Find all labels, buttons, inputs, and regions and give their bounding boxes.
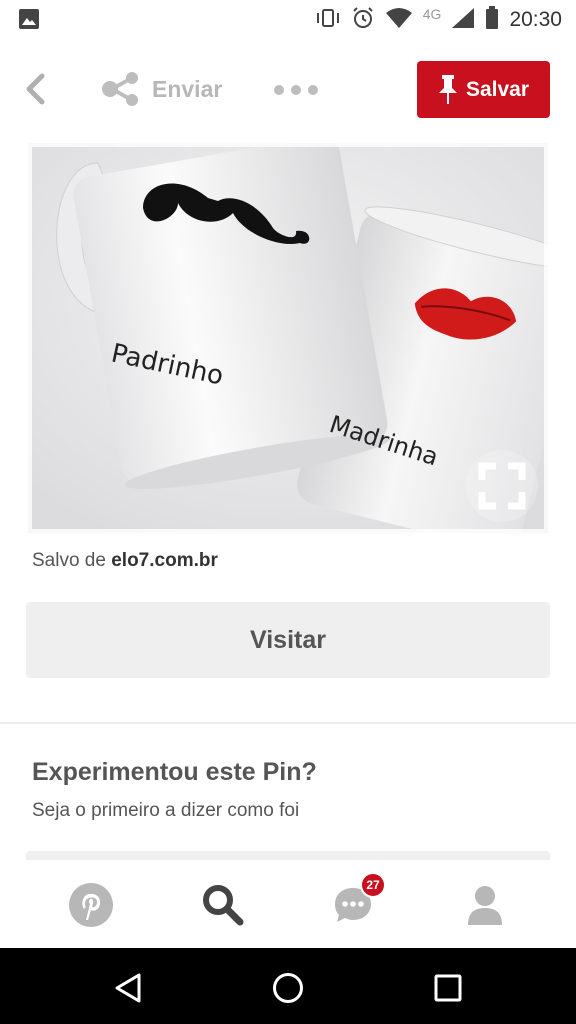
nav-search[interactable] [198,880,248,930]
pin-icon [438,74,457,104]
save-label: Salvar [465,77,530,101]
search-icon [203,885,244,926]
back-triangle-icon [115,973,141,1003]
pin-source: Salvo de elo7.com.br [32,550,218,572]
chevron-left-icon [26,73,45,105]
wifi-icon [385,7,413,34]
pin-toolbar: Enviar Salvar [0,55,576,125]
vibrate-icon [315,8,341,33]
section-divider [0,722,576,724]
image-icon [18,8,40,35]
system-home-button[interactable] [268,968,308,1008]
pinterest-icon [69,883,113,927]
share-icon [102,72,138,106]
system-back-button[interactable] [108,968,148,1008]
clock-time: 20:30 [509,8,562,31]
visit-label: Visitar [250,625,326,654]
nav-profile[interactable] [460,880,510,930]
status-bar: 4G 20:30 [0,0,576,40]
back-button[interactable] [20,71,52,107]
battery-icon [485,5,499,35]
send-button[interactable]: Enviar [100,69,222,109]
expand-image-button[interactable] [466,450,538,522]
tried-pin-title: Experimentou este Pin? [32,758,317,786]
signal-icon [451,7,475,34]
send-label: Enviar [152,75,223,102]
more-options-button[interactable] [274,77,318,103]
profile-icon [468,886,502,925]
messages-badge: 27 [360,872,386,898]
network-type: 4G [422,6,442,22]
source-prefix: Salvo de [32,550,106,571]
recents-square-icon [434,974,462,1002]
visit-button[interactable]: Visitar [26,602,550,678]
source-domain-link[interactable]: elo7.com.br [111,550,218,571]
save-button[interactable]: Salvar [417,61,550,118]
home-circle-icon [273,973,303,1003]
bottom-nav: 27 [0,860,576,948]
system-navigation-bar [0,948,576,1024]
alarm-icon [351,6,375,35]
expand-icon [478,462,526,510]
more-dots-icon [274,85,284,95]
system-recents-button[interactable] [428,968,468,1008]
nav-home[interactable] [66,880,116,930]
tried-pin-subtitle: Seja o primeiro a dizer como foi [32,800,300,821]
